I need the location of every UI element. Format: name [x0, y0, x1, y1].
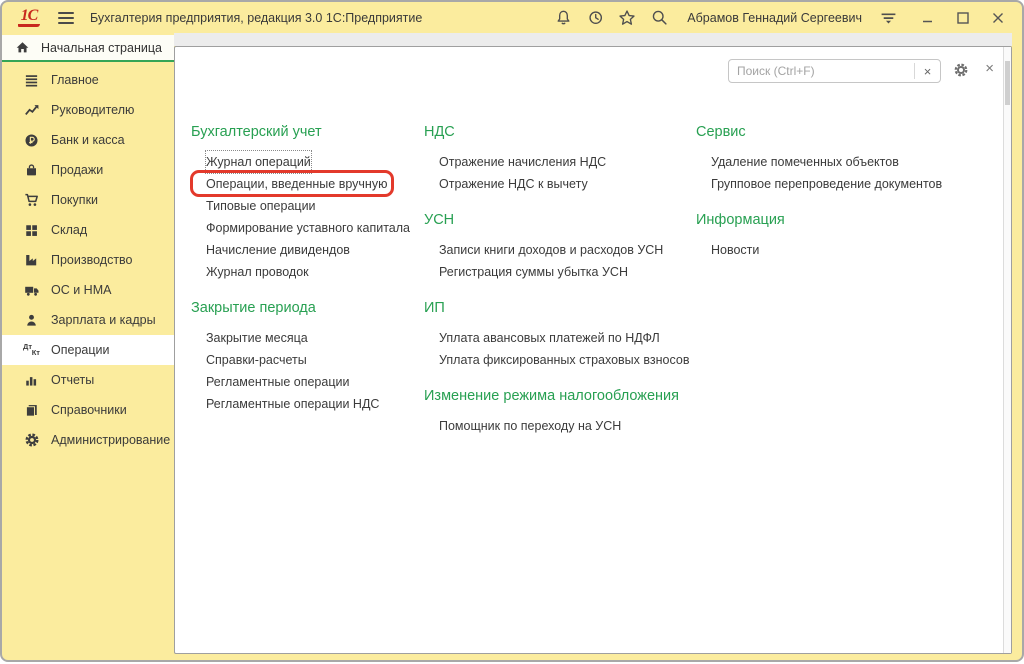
sidebar-item-spravochniki[interactable]: Справочники [2, 395, 174, 425]
dtkt-icon: ДтКт [23, 342, 40, 358]
sidebar-item-operacii[interactable]: ДтКт Операции [2, 335, 174, 365]
cart-icon [23, 192, 40, 208]
list-icon [23, 72, 40, 88]
menu-link[interactable]: Начисление дивидендов [206, 239, 350, 261]
search-icon[interactable] [649, 8, 669, 28]
section-menu-panel: × × Бухгалтерский учет Журнал операций О… [174, 46, 1012, 654]
menu-column-3: Сервис Удаление помеченных объектов Груп… [696, 123, 996, 261]
tab-strip-filler [174, 33, 1012, 46]
menu-link-operacii-vvedennye-vruchnuyu[interactable]: Операции, введенные вручную [206, 173, 387, 195]
section-usn: УСН Записи книги доходов и расходов УСН … [424, 211, 696, 283]
search-clear-icon[interactable]: × [914, 63, 940, 79]
menu-link[interactable]: Регламентные операции НДС [206, 393, 379, 415]
current-user[interactable]: Абрамов Геннадий Сергеевич [687, 11, 862, 25]
menu-link[interactable]: Справки-расчеты [206, 349, 307, 371]
star-icon[interactable] [617, 8, 637, 28]
sidebar-item-prodazhi[interactable]: Продажи [2, 155, 174, 185]
search-box: × [728, 59, 941, 83]
menu-settings-gear-icon[interactable] [953, 62, 969, 78]
close-icon[interactable] [988, 8, 1008, 28]
menu-link[interactable]: Регистрация суммы убытка УСН [439, 261, 628, 283]
menu-link-zhurnal-operaciy[interactable]: Журнал операций [206, 151, 311, 173]
service-menu-icon[interactable] [878, 8, 898, 28]
sidebar-item-proizvodstvo[interactable]: Производство [2, 245, 174, 275]
ruble-icon [23, 132, 40, 148]
menu-link[interactable]: Типовые операции [206, 195, 316, 217]
sidebar-item-pokupki[interactable]: Покупки [2, 185, 174, 215]
sidebar-item-os-i-nma[interactable]: ОС и НМА [2, 275, 174, 305]
menu-link[interactable]: Записи книги доходов и расходов УСН [439, 239, 663, 261]
section-nds: НДС Отражение начисления НДС Отражение Н… [424, 123, 696, 195]
sidebar-item-administrirovanie[interactable]: Администрирование [2, 425, 174, 455]
menu-link[interactable]: Новости [711, 239, 759, 261]
vertical-scrollbar[interactable] [1003, 47, 1011, 653]
sidebar-item-rukovoditelyu[interactable]: Руководителю [2, 95, 174, 125]
barchart-icon [23, 372, 40, 388]
menu-link[interactable]: Формирование уставного капитала [206, 217, 410, 239]
scrollbar-thumb[interactable] [1005, 61, 1010, 105]
window-title: Бухгалтерия предприятия, редакция 3.0 1С… [90, 11, 422, 25]
1c-logo-icon: 1С [18, 9, 40, 27]
trend-icon [23, 102, 40, 118]
section-title: Изменение режима налогообложения [424, 387, 696, 406]
section-title: УСН [424, 211, 696, 230]
bag-icon [23, 162, 40, 178]
section-informaciya: Информация Новости [696, 211, 996, 261]
bell-icon[interactable] [553, 8, 573, 28]
tab-home-label: Начальная страница [41, 41, 162, 55]
app-window: 1С Бухгалтерия предприятия, редакция 3.0… [0, 0, 1024, 662]
section-title: Сервис [696, 123, 996, 142]
sidebar-item-otchety[interactable]: Отчеты [2, 365, 174, 395]
menu-column-1: Бухгалтерский учет Журнал операций Опера… [191, 123, 423, 415]
maximize-icon[interactable] [953, 8, 973, 28]
menu-link[interactable]: Отражение НДС к вычету [439, 173, 588, 195]
title-bar: 1С Бухгалтерия предприятия, редакция 3.0… [2, 2, 1022, 33]
menu-link[interactable]: Удаление помеченных объектов [711, 151, 899, 173]
menu-link[interactable]: Закрытие месяца [206, 327, 308, 349]
main-menu-icon[interactable] [58, 12, 74, 24]
tab-home-page[interactable]: Начальная страница [2, 35, 174, 62]
menu-link[interactable]: Журнал проводок [206, 261, 309, 283]
menu-link[interactable]: Уплата авансовых платежей по НДФЛ [439, 327, 660, 349]
search-input[interactable] [729, 60, 914, 82]
menu-column-2: НДС Отражение начисления НДС Отражение Н… [424, 123, 696, 437]
menu-link[interactable]: Уплата фиксированных страховых взносов [439, 349, 689, 371]
minimize-icon[interactable] [918, 8, 938, 28]
section-servis: Сервис Удаление помеченных объектов Груп… [696, 123, 996, 195]
person-icon [23, 312, 40, 328]
section-title: ИП [424, 299, 696, 318]
section-zakrytie-perioda: Закрытие периода Закрытие месяца Справки… [191, 299, 423, 415]
menu-link[interactable]: Отражение начисления НДС [439, 151, 606, 173]
section-title: Информация [696, 211, 996, 230]
factory-icon [23, 252, 40, 268]
section-title: НДС [424, 123, 696, 142]
menu-close-icon[interactable]: × [985, 60, 994, 78]
sidebar-item-bank-i-kassa[interactable]: Банк и касса [2, 125, 174, 155]
gear-icon [23, 432, 40, 448]
section-buhuchet: Бухгалтерский учет Журнал операций Опера… [191, 123, 423, 283]
grid-icon [23, 222, 40, 238]
menu-link[interactable]: Помощник по переходу на УСН [439, 415, 621, 437]
sidebar-item-sklad[interactable]: Склад [2, 215, 174, 245]
section-title: Бухгалтерский учет [191, 123, 423, 142]
history-icon[interactable] [585, 8, 605, 28]
home-icon [15, 40, 30, 55]
sidebar-item-zarplata-i-kadry[interactable]: Зарплата и кадры [2, 305, 174, 335]
menu-link[interactable]: Регламентные операции [206, 371, 349, 393]
section-title: Закрытие периода [191, 299, 423, 318]
books-icon [23, 402, 40, 418]
sidebar-item-glavnoe[interactable]: Главное [2, 65, 174, 95]
sidebar: Главное Руководителю Банк и касса Продаж… [2, 65, 174, 455]
section-izmenenie-rezhima: Изменение режима налогообложения Помощни… [424, 387, 696, 437]
section-ip: ИП Уплата авансовых платежей по НДФЛ Упл… [424, 299, 696, 371]
menu-link[interactable]: Групповое перепроведение документов [711, 173, 942, 195]
truck-icon [23, 282, 40, 298]
